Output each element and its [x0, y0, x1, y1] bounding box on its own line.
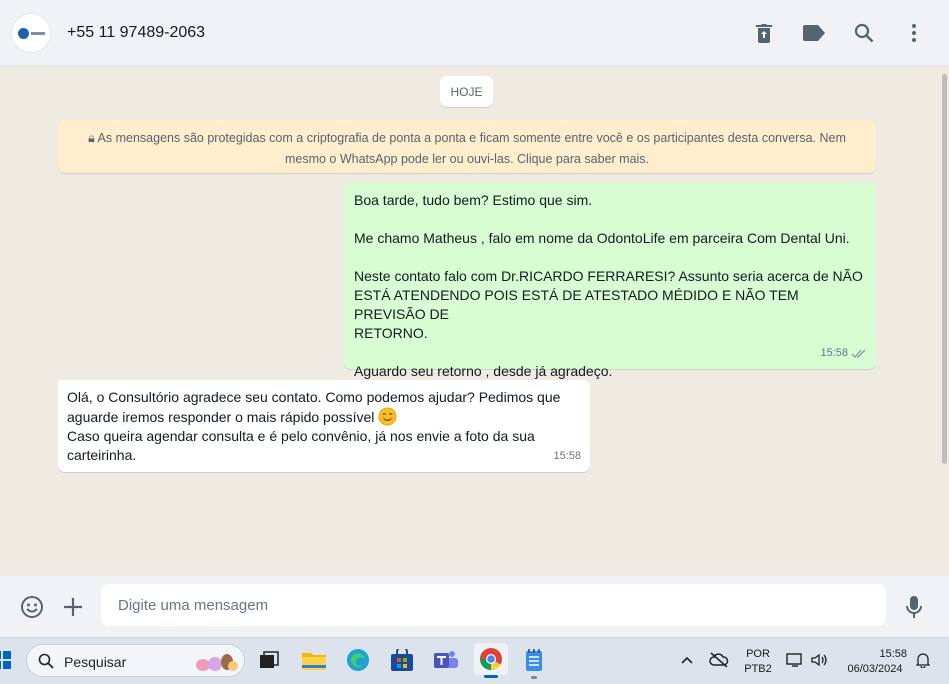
- teams-icon[interactable]: [432, 646, 460, 674]
- encryption-notice[interactable]: 🔒︎ As mensagens são protegidas com a cri…: [58, 120, 876, 173]
- taskbar: Pesquisar POR PTB2 15:58 06/03/2024: [0, 637, 949, 684]
- file-explorer-icon[interactable]: [300, 646, 328, 674]
- chat-header: +55 11 97489-2063: [0, 0, 949, 66]
- chevron-up-icon[interactable]: [676, 646, 698, 674]
- microphone-icon[interactable]: [902, 595, 926, 619]
- double-check-icon: [851, 349, 866, 358]
- label-icon[interactable]: [803, 22, 825, 44]
- chrome-icon[interactable]: [474, 643, 508, 678]
- emoji-icon[interactable]: [20, 595, 44, 619]
- language-bottom: PTB2: [744, 663, 772, 675]
- lock-icon: 🔒︎: [88, 131, 95, 145]
- message-meta: 15:58: [820, 344, 867, 363]
- message-text: aguarde iremos responder o mais rápido p…: [67, 409, 375, 425]
- clock-date: 06/03/2024: [847, 663, 903, 675]
- edge-icon[interactable]: [344, 646, 372, 674]
- search-icon[interactable]: [853, 22, 875, 44]
- contact-avatar[interactable]: [11, 13, 51, 53]
- chat-scrollbar[interactable]: [942, 74, 947, 464]
- message-input[interactable]: [101, 584, 886, 626]
- clock[interactable]: 15:58 06/03/2024: [840, 648, 910, 675]
- network-icon[interactable]: [784, 646, 806, 674]
- message-text: Aguardo seu retorno , desde já agradeço.: [354, 363, 613, 379]
- search-icon: [38, 653, 54, 669]
- menu-icon[interactable]: [903, 22, 925, 44]
- encryption-text-line1: As mensagens são protegidas com a cripto…: [97, 131, 846, 145]
- message-text: Neste contato falo com Dr.RICARDO FERRAR…: [354, 268, 863, 284]
- notification-bell-icon[interactable]: [912, 646, 934, 674]
- taskbar-search[interactable]: Pesquisar: [26, 644, 245, 677]
- composer: [0, 576, 949, 637]
- language-top: POR: [746, 648, 770, 660]
- language-indicator[interactable]: POR PTB2: [741, 648, 775, 675]
- message-text: ESTÁ ATENDENDO POIS ESTÁ DE ATESTADO MÉD…: [354, 287, 799, 322]
- search-label: Pesquisar: [64, 654, 127, 670]
- contact-name[interactable]: +55 11 97489-2063: [67, 24, 205, 42]
- easter-decoration-icon: [196, 654, 238, 671]
- smiling-face-icon: [378, 407, 397, 426]
- message-text: Me chamo Matheus , falo em nome da Odont…: [354, 230, 850, 246]
- outgoing-message[interactable]: Boa tarde, tudo bem? Estimo que sim. Me …: [344, 183, 876, 379]
- incoming-message[interactable]: Olá, o Consultório agradece seu contato.…: [58, 380, 590, 472]
- message-meta: 15:58: [553, 447, 581, 466]
- encryption-text-line2: mesmo o WhatsApp pode ler ou ouvi-las. C…: [284, 152, 650, 166]
- windows-start-icon[interactable]: [0, 646, 12, 674]
- message-time: 15:58: [820, 347, 848, 359]
- message-time: 15:58: [553, 450, 581, 462]
- message-text: Caso queira agendar consulta e é pelo co…: [67, 428, 535, 444]
- message-text: carteirinha.: [67, 447, 137, 463]
- cloud-offline-icon[interactable]: [707, 646, 731, 674]
- task-view-icon[interactable]: [255, 646, 283, 674]
- date-chip: HOJE: [440, 76, 493, 107]
- plus-icon[interactable]: [61, 595, 85, 619]
- clock-time: 15:58: [879, 648, 907, 660]
- notepad-icon[interactable]: [520, 646, 548, 679]
- chat-panel: HOJE 🔒︎ As mensagens são protegidas com …: [0, 66, 949, 576]
- message-text: Olá, o Consultório agradece seu contato.…: [67, 389, 561, 405]
- message-text: Boa tarde, tudo bem? Estimo que sim.: [354, 192, 593, 208]
- message-text: RETORNO.: [354, 325, 428, 341]
- volume-icon[interactable]: [808, 646, 830, 674]
- microsoft-store-icon[interactable]: [388, 646, 416, 674]
- delete-icon[interactable]: [753, 22, 775, 44]
